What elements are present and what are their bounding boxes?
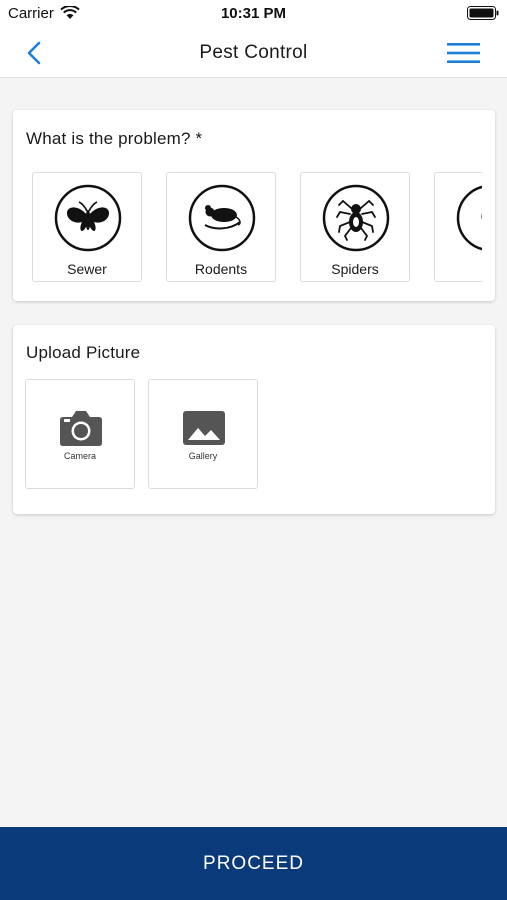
problem-card: What is the problem? * Sewer Rodents Spi…	[13, 110, 495, 301]
page-title: Pest Control	[199, 42, 308, 63]
mouse-icon	[188, 184, 256, 252]
spider-icon	[322, 184, 390, 252]
upload-title: Upload Picture	[26, 343, 141, 362]
upload-card: Upload Picture Camera Gallery	[13, 325, 495, 514]
upload-option-label: Gallery	[188, 451, 218, 461]
gallery-icon	[183, 411, 225, 445]
hamburger-menu-icon[interactable]	[447, 40, 480, 66]
proceed-button[interactable]: PROCEED	[0, 827, 507, 900]
upload-option-label: Camera	[63, 451, 96, 461]
battery-icon	[467, 6, 499, 20]
problem-options-row[interactable]: Sewer Rodents Spiders	[32, 172, 482, 282]
problem-option-label: Rodents	[194, 261, 248, 277]
clock-time: 10:31 PM	[220, 5, 287, 22]
bird-icon	[456, 185, 482, 251]
problem-option-sewer[interactable]: Sewer	[32, 172, 142, 282]
moth-icon	[54, 184, 122, 252]
gallery-upload-button[interactable]: Gallery	[148, 379, 258, 489]
problem-option-label: B	[435, 261, 482, 277]
problem-title: What is the problem? *	[26, 129, 203, 148]
problem-option-rodents[interactable]: Rodents	[166, 172, 276, 282]
navigation-bar: Pest Control	[0, 28, 507, 78]
camera-upload-button[interactable]: Camera	[25, 379, 135, 489]
problem-option-label: Sewer	[67, 261, 107, 277]
camera-icon	[60, 411, 102, 446]
problem-option-spiders[interactable]: Spiders	[300, 172, 410, 282]
problem-option-birds[interactable]: B	[434, 172, 482, 282]
problem-option-label: Spiders	[331, 261, 379, 277]
status-bar: Carrier 10:31 PM	[0, 0, 507, 28]
